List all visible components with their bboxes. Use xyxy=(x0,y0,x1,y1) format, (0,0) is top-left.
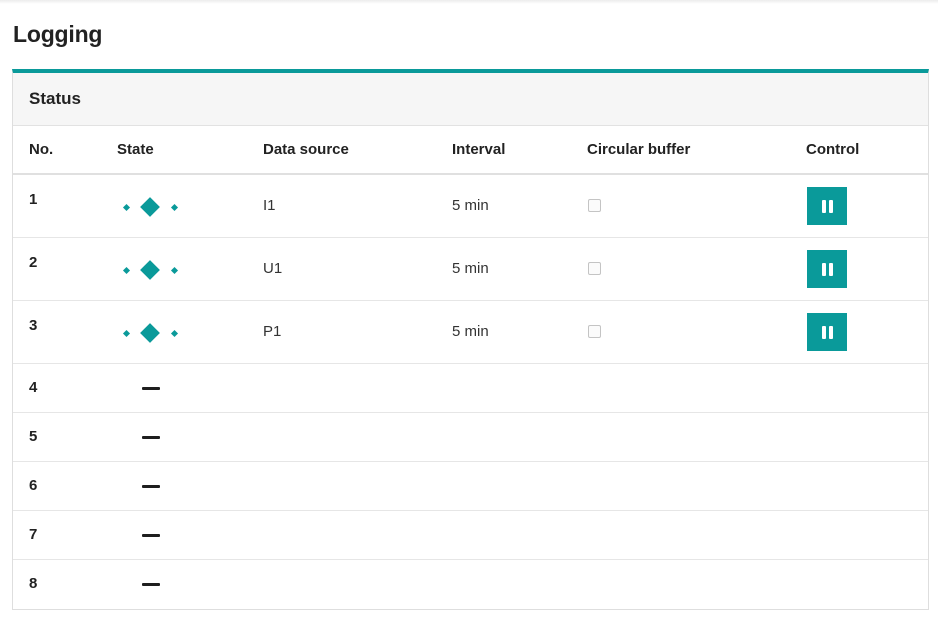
interval: 5 min xyxy=(452,197,489,214)
inactive-dash-icon xyxy=(142,436,160,439)
interval: 5 min xyxy=(452,323,489,340)
pause-button[interactable] xyxy=(807,187,847,225)
circular-buffer-checkbox[interactable] xyxy=(588,262,601,275)
row-number: 7 xyxy=(29,526,38,543)
table-row: 3 P1 5 min xyxy=(13,301,928,364)
running-state-icon xyxy=(122,197,189,217)
table-row: 7 xyxy=(13,511,928,560)
row-number: 4 xyxy=(29,379,38,396)
table-row: 5 xyxy=(13,413,928,462)
row-number: 2 xyxy=(29,254,38,271)
column-header-data-source: Data source xyxy=(263,141,349,158)
column-header-circular-buffer: Circular buffer xyxy=(587,141,691,158)
data-source: P1 xyxy=(263,323,282,340)
column-header-control: Control xyxy=(806,141,860,158)
circular-buffer-checkbox[interactable] xyxy=(588,199,601,212)
table-row: 4 xyxy=(13,364,928,413)
table-row: 1 I1 5 min xyxy=(13,175,928,238)
table-row: 2 U1 5 min xyxy=(13,238,928,301)
inactive-dash-icon xyxy=(142,387,160,390)
top-shadow xyxy=(0,0,938,4)
inactive-dash-icon xyxy=(142,534,160,537)
row-number: 5 xyxy=(29,428,38,445)
pause-button[interactable] xyxy=(807,250,847,288)
running-state-icon xyxy=(122,260,189,280)
interval: 5 min xyxy=(452,260,489,277)
status-panel: Status No. State Data source Interval Ci… xyxy=(12,69,929,610)
inactive-dash-icon xyxy=(142,485,160,488)
inactive-dash-icon xyxy=(142,583,160,586)
table-header: No. State Data source Interval Circular … xyxy=(13,126,928,175)
pause-icon xyxy=(821,325,826,339)
row-number: 3 xyxy=(29,317,38,334)
panel-title: Status xyxy=(13,73,928,126)
table-row: 6 xyxy=(13,462,928,511)
data-source: I1 xyxy=(263,197,276,214)
running-state-icon xyxy=(122,323,189,343)
table-row: 8 xyxy=(13,560,928,609)
pause-icon xyxy=(821,262,826,276)
column-header-no: No. xyxy=(29,141,54,158)
column-header-interval: Interval xyxy=(452,141,506,158)
row-number: 8 xyxy=(29,575,38,592)
data-source: U1 xyxy=(263,260,283,277)
circular-buffer-checkbox[interactable] xyxy=(588,325,601,338)
page-title: Logging xyxy=(13,21,103,47)
pause-icon xyxy=(821,199,826,213)
row-number: 6 xyxy=(29,477,38,494)
row-number: 1 xyxy=(29,191,38,208)
column-header-state: State xyxy=(117,141,154,158)
pause-button[interactable] xyxy=(807,313,847,351)
